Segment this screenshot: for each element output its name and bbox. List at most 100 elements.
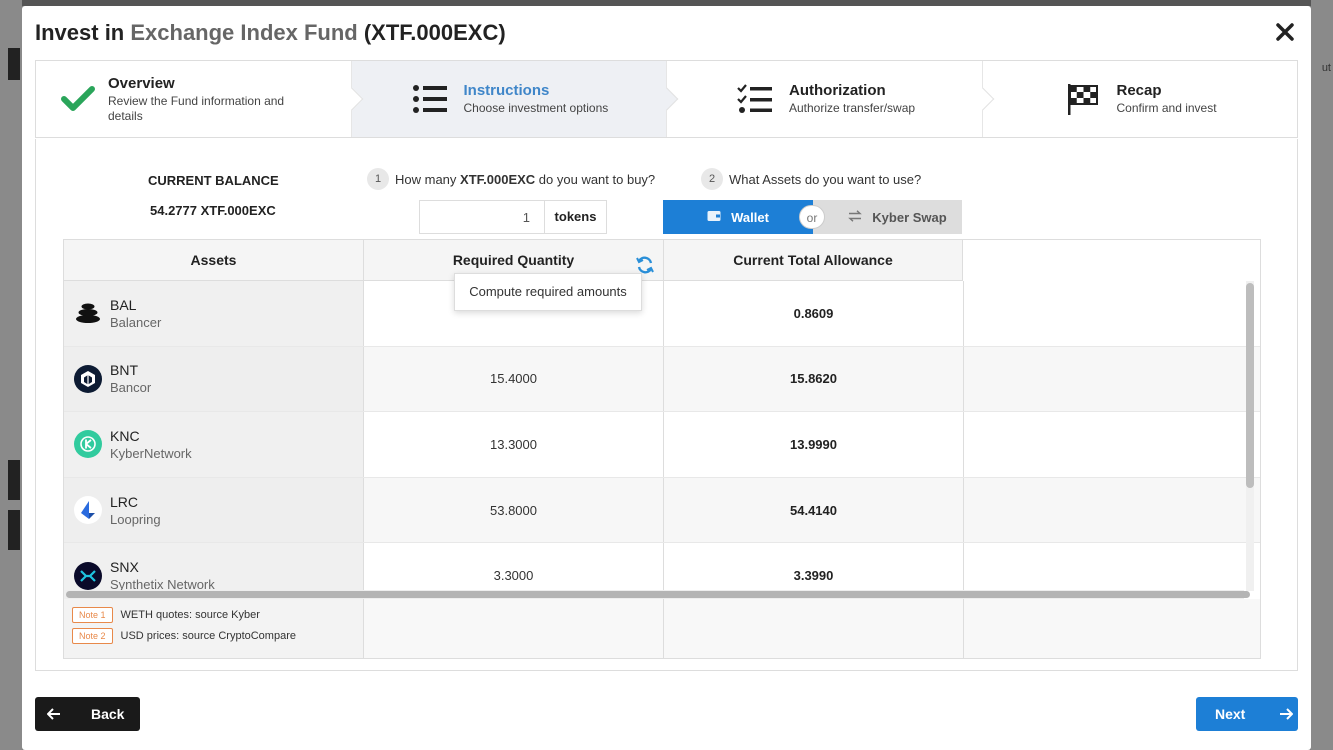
column-header-current-total-allowance: Current Total Allowance (664, 240, 963, 281)
empty-cell (964, 412, 1260, 477)
close-icon (1276, 23, 1294, 41)
asset-name: Balancer (110, 314, 162, 330)
notes: Note 1 WETH quotes: source Kyber Note 2 … (64, 599, 364, 658)
footer-cell (964, 599, 1260, 658)
quantity-field: tokens (419, 200, 607, 234)
arrow-left-icon (47, 708, 60, 720)
table-row: LRC Loopring 53.8000 54.4140 (64, 477, 1260, 544)
asset-name: Loopring (110, 511, 161, 527)
column-header-assets: Assets (64, 240, 364, 281)
balancer-icon (74, 299, 102, 327)
note-item: Note 1 WETH quotes: source Kyber (72, 607, 363, 623)
background-block (8, 460, 20, 500)
allowance-cell: 15.8620 (664, 346, 964, 412)
loopring-icon (74, 496, 102, 525)
step-authorization[interactable]: Authorization Authorize transfer/swap (667, 61, 994, 137)
asset-cell: BAL Balancer (64, 281, 364, 346)
note-text: USD prices: source CryptoCompare (120, 630, 296, 642)
balance-value: 54.2777 XTF.000EXC (150, 203, 276, 218)
step-instructions[interactable]: Instructions Choose investment options (351, 61, 679, 137)
wallet-label: Wallet (731, 209, 769, 225)
table-row: BNT Bancor 15.4000 15.8620 (64, 346, 1260, 413)
balance-label: CURRENT BALANCE (148, 173, 279, 188)
quantity-unit: tokens (544, 201, 606, 233)
horizontal-scrollbar[interactable] (64, 590, 1250, 599)
asset-symbol: KNC (110, 427, 140, 444)
note-badge: Note 1 (72, 607, 113, 623)
vertical-scrollbar-thumb[interactable] (1246, 283, 1254, 488)
refresh-icon[interactable] (635, 250, 655, 274)
note-badge: Note 2 (72, 628, 113, 644)
step-subtitle: Review the Fund information and details (108, 93, 285, 123)
modal-title: Invest in Exchange Index Fund (XTF.000EX… (35, 20, 506, 46)
wallet-option[interactable]: Wallet (663, 200, 813, 234)
asset-name: KyberNetwork (110, 445, 192, 461)
question-text: What Assets do you want to use? (729, 171, 922, 187)
arrow-right-icon (1280, 708, 1294, 720)
next-label: Next (1215, 706, 1246, 722)
empty-cell (964, 281, 1260, 346)
checkered-flag-icon (1061, 77, 1105, 121)
required-quantity-cell: 13.3000 (364, 412, 664, 477)
step-subtitle: Choose investment options (463, 101, 609, 115)
table-body: BAL Balancer 0.8609 BNT Bancor 15.4000 1… (64, 281, 1260, 609)
required-quantity-cell: 15.4000 (364, 346, 664, 412)
step-title: Overview (108, 74, 175, 92)
step-title: Authorization (789, 82, 886, 99)
background-left-edge (0, 0, 22, 750)
title-prefix: Invest in (35, 20, 131, 45)
allowance-cell: 54.4140 (664, 477, 964, 543)
close-button[interactable] (1271, 18, 1299, 46)
kyber-swap-option[interactable]: Kyber Swap (813, 200, 962, 234)
footer-cell (364, 599, 664, 658)
kyber-swap-label: Kyber Swap (872, 209, 947, 225)
quantity-input[interactable] (420, 201, 544, 233)
asset-source-toggle: Wallet Kyber Swap or (663, 200, 962, 234)
asset-cell: KNC KyberNetwork (64, 412, 364, 477)
fund-ticker: (XTF.000EXC) (357, 20, 506, 45)
question-text-before: How many (395, 171, 461, 187)
bancor-icon (74, 364, 102, 393)
list-icon (408, 77, 452, 121)
asset-cell: BNT Bancor (64, 346, 364, 412)
step-subtitle: Confirm and invest (1116, 101, 1217, 115)
back-label: Back (91, 706, 125, 722)
empty-cell (964, 478, 1260, 543)
question-assets: 2 What Assets do you want to use? (701, 168, 921, 190)
question-quantity: 1 How many XTF.000EXC do you want to buy… (367, 168, 655, 190)
invest-modal: Invest in Exchange Index Fund (XTF.000EX… (22, 6, 1311, 750)
table-row: KNC KyberNetwork 13.3000 13.9990 (64, 412, 1260, 478)
wallet-icon (707, 210, 721, 225)
step-recap[interactable]: Recap Confirm and invest (982, 61, 1297, 137)
question-number: 2 (701, 168, 723, 190)
table-footer: Note 1 WETH quotes: source Kyber Note 2 … (64, 599, 1260, 658)
asset-name: Bancor (110, 380, 152, 396)
question-number: 1 (367, 168, 389, 190)
question-text: How many XTF.000EXC do you want to buy? (395, 172, 655, 187)
background-block (8, 48, 20, 80)
required-quantity-cell: 53.8000 (364, 477, 664, 543)
asset-symbol: BAL (110, 296, 137, 313)
step-title: Instructions (463, 82, 550, 99)
vertical-scrollbar[interactable] (1246, 281, 1254, 591)
question-text-after: do you want to buy? (535, 171, 656, 187)
allowance-cell: 13.9990 (664, 412, 964, 477)
next-button[interactable]: Next (1196, 697, 1298, 731)
step-title: Recap (1116, 82, 1162, 99)
kyber-icon (74, 430, 102, 459)
swap-arrows-icon (848, 209, 863, 225)
synthetix-icon (74, 561, 102, 590)
fund-name: Exchange Index Fund (130, 20, 358, 45)
background-block (8, 510, 20, 550)
column-header-label: Required Quantity (452, 252, 575, 268)
footer-cell (664, 599, 964, 658)
background-right-edge: ut (1311, 0, 1333, 750)
allowance-cell: 0.8609 (664, 281, 964, 346)
horizontal-scrollbar-thumb[interactable] (66, 591, 1250, 598)
note-item: Note 2 USD prices: source CryptoCompare (72, 628, 363, 644)
instructions-panel: CURRENT BALANCE 54.2777 XTF.000EXC 1 How… (35, 139, 1298, 671)
step-overview[interactable]: Overview Review the Fund information and… (36, 61, 363, 137)
checkmark-icon (56, 77, 100, 121)
checklist-icon (733, 77, 777, 121)
back-button[interactable]: Back (35, 697, 140, 731)
